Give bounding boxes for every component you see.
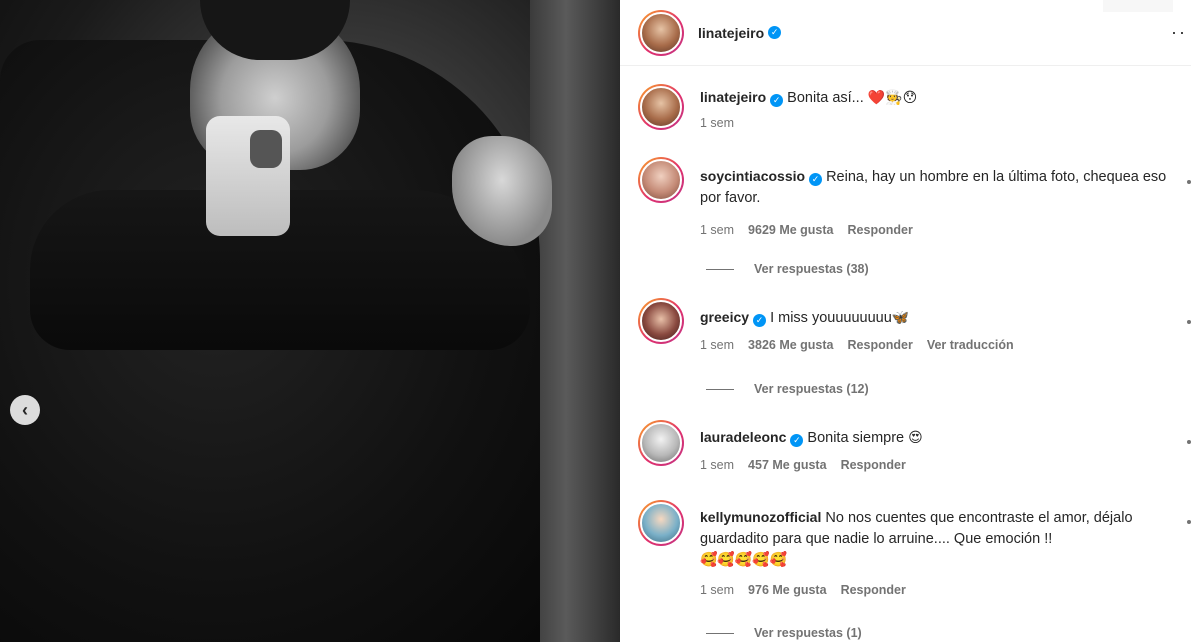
caption: linatejeiro ✓ Bonita así... ❤️🧑‍🍳😯 1 sem <box>638 84 1183 130</box>
comment-time: 1 sem <box>700 583 735 597</box>
view-replies-button[interactable]: Ver respuestas (1) <box>706 626 862 640</box>
comments-panel: linatejeiro ✓ ·· linatejeiro ✓ Bonita así… <box>620 0 1191 642</box>
post-header: linatejeiro ✓ ·· <box>620 0 1191 66</box>
author-avatar[interactable] <box>638 9 684 56</box>
comment-likes[interactable]: 457 Me gusta <box>748 458 827 472</box>
caption-time: 1 sem <box>700 116 735 130</box>
comment-avatar[interactable] <box>638 420 684 466</box>
reply-button[interactable]: Responder <box>848 223 913 237</box>
photo-wall <box>530 0 620 642</box>
comment-item: soycintiacossio ✓ Reina, hay un hombre en… <box>638 157 1183 237</box>
comment-time: 1 sem <box>700 458 735 472</box>
verified-icon: ✓ <box>753 314 767 327</box>
comment-emojis: 🦋 <box>891 310 910 326</box>
comment-username[interactable]: greeicy <box>700 309 749 325</box>
comment-username[interactable]: lauradeleonc <box>700 429 786 445</box>
comment-time: 1 sem <box>700 223 735 237</box>
comment-emojis: 🥰🥰🥰🥰🥰 <box>700 552 788 568</box>
comment-emojis: 😍 <box>908 430 923 446</box>
author-username[interactable]: linatejeiro <box>698 25 764 41</box>
verified-icon: ✓ <box>768 26 782 39</box>
comment-likes[interactable]: 9629 Me gusta <box>748 223 833 237</box>
comment-text: Bonita siempre <box>807 430 905 446</box>
comment-username[interactable]: soycintiacossio <box>700 168 805 184</box>
reply-button[interactable]: Responder <box>841 458 906 472</box>
chevron-left-icon[interactable]: ‹ <box>10 395 40 425</box>
comment-item: lauradeleonc ✓ Bonita siempre 😍 1 sem 457… <box>638 420 1183 472</box>
comment-likes[interactable]: 3826 Me gusta <box>748 338 833 352</box>
comment-item: greeicy ✓ I miss youuuuuuuu🦋 1 sem 3826 M… <box>638 298 1183 352</box>
verified-icon: ✓ <box>809 173 823 186</box>
view-replies-label: Ver respuestas (38) <box>754 262 869 276</box>
reply-button[interactable]: Responder <box>841 583 906 597</box>
view-replies-button[interactable]: Ver respuestas (38) <box>706 262 869 276</box>
comment-username[interactable]: kellymunozofficial <box>700 509 821 525</box>
comment-text: I miss youuuuuuuu <box>770 310 892 326</box>
view-replies-label: Ver respuestas (1) <box>754 626 862 640</box>
translate-button[interactable]: Ver traducción <box>927 338 1014 352</box>
caption-avatar[interactable] <box>638 84 684 130</box>
caption-text: Bonita así... <box>787 90 868 106</box>
view-replies-label: Ver respuestas (12) <box>754 382 869 396</box>
caption-username[interactable]: linatejeiro <box>700 89 766 105</box>
verified-icon: ✓ <box>790 434 804 447</box>
reply-button[interactable]: Responder <box>848 338 913 352</box>
comment-avatar[interactable] <box>638 298 684 344</box>
photo-phone <box>206 116 290 236</box>
comment-likes[interactable]: 976 Me gusta <box>748 583 827 597</box>
view-replies-button[interactable]: Ver respuestas (12) <box>706 382 869 396</box>
comment-avatar[interactable] <box>638 500 684 546</box>
verified-icon: ✓ <box>770 94 784 107</box>
comment-avatar[interactable] <box>638 157 684 203</box>
comment-item: kellymunozofficial No nos cuentes que en… <box>638 500 1183 597</box>
post-photo: ‹ <box>0 0 620 642</box>
more-horizontal-icon[interactable]: ·· <box>1171 22 1187 43</box>
caption-emojis: ❤️🧑‍🍳😯 <box>867 90 918 106</box>
comment-time: 1 sem <box>700 338 735 352</box>
